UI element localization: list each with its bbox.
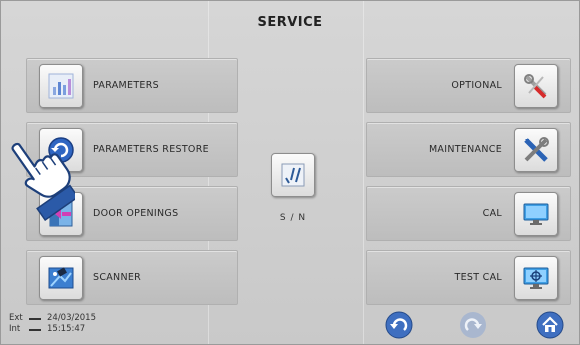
- cal-label: CAL: [482, 208, 502, 219]
- back-button[interactable]: [383, 309, 415, 341]
- ext-indicator: [29, 317, 41, 320]
- parameters-button[interactable]: PARAMETERS: [26, 58, 238, 113]
- parameters-label: PARAMETERS: [93, 80, 159, 91]
- test-cal-button[interactable]: TEST CAL: [366, 250, 571, 305]
- scanner-button[interactable]: SCANNER: [26, 250, 238, 305]
- home-button[interactable]: [534, 309, 566, 341]
- ext-date-value: 24/03/2015: [47, 313, 96, 323]
- service-screen: SERVICE PARAMETERS PARAMETERS RESTORE DO…: [0, 0, 580, 345]
- back-arrow-icon: [385, 311, 413, 339]
- cal-button[interactable]: CAL: [366, 186, 571, 241]
- optional-label: OPTIONAL: [451, 80, 502, 91]
- serial-number-label: S / N: [279, 213, 307, 223]
- page-title: SERVICE: [257, 15, 323, 30]
- test-cal-label: TEST CAL: [454, 272, 502, 283]
- wrench-screwdriver-icon: [514, 128, 558, 172]
- serial-number-button[interactable]: [271, 153, 315, 197]
- checklist-icon: [281, 163, 305, 187]
- parameters-restore-label: PARAMETERS RESTORE: [93, 144, 209, 155]
- forward-button[interactable]: [457, 309, 489, 341]
- optional-button[interactable]: OPTIONAL: [366, 58, 571, 113]
- bar-chart-icon: [39, 64, 83, 108]
- panel-seam: [363, 1, 364, 344]
- ext-label: Ext: [9, 313, 23, 323]
- scanner-label: SCANNER: [93, 272, 142, 283]
- target-monitor-icon: [514, 256, 558, 300]
- pointing-hand-icon: [11, 142, 75, 221]
- int-time-value: 15:15:47: [47, 324, 86, 334]
- door-openings-label: DOOR OPENINGS: [93, 208, 179, 219]
- tools-icon: [514, 64, 558, 108]
- forward-arrow-icon: [460, 312, 486, 338]
- status-panel: Ext 24/03/2015 Int 15:15:47: [9, 313, 96, 335]
- home-icon: [536, 311, 564, 339]
- maintenance-label: MAINTENANCE: [428, 144, 502, 155]
- int-label: Int: [9, 324, 21, 334]
- maintenance-button[interactable]: MAINTENANCE: [366, 122, 571, 177]
- int-indicator: [29, 328, 41, 331]
- scanner-icon: [39, 256, 83, 300]
- monitor-icon: [514, 192, 558, 236]
